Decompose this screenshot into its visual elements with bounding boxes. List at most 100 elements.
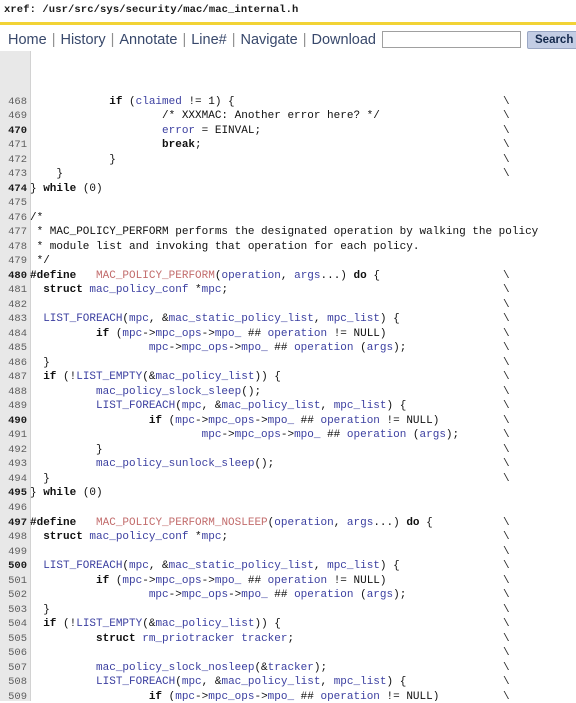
code-text: }: [30, 443, 103, 456]
line-continuation-backslash: \: [503, 690, 510, 701]
line-continuation-backslash: \: [503, 560, 510, 573]
line-number-link[interactable]: 481: [0, 283, 27, 298]
code-text: error = EINVAL;: [162, 124, 262, 137]
line-number-link[interactable]: 501: [0, 574, 27, 589]
code-text: if (mpc->mpc_ops->mpo_ ## operation != N…: [96, 574, 387, 587]
line-continuation-backslash: \: [503, 531, 510, 544]
code-line: 487 if (!LIST_EMPTY(&mac_policy_list)) {…: [0, 370, 576, 385]
line-number-link[interactable]: 500: [0, 559, 27, 574]
line-number-link[interactable]: 502: [0, 588, 27, 603]
code-line: 477 * MAC_POLICY_PERFORM performs the de…: [0, 225, 576, 240]
line-number-link[interactable]: 505: [0, 632, 27, 647]
line-number-link[interactable]: 492: [0, 443, 27, 458]
menu-item-download[interactable]: Download: [308, 32, 381, 48]
code-text: struct mac_policy_conf *mpc;: [43, 531, 229, 544]
line-number-link[interactable]: 487: [0, 370, 27, 385]
code-line: 470 error = EINVAL; \: [0, 124, 576, 139]
menu-item-history[interactable]: History: [56, 32, 109, 48]
line-continuation-backslash: \: [503, 414, 510, 427]
line-number-link[interactable]: 482: [0, 298, 27, 313]
code-line: 493 mac_policy_sunlock_sleep(); \: [0, 457, 576, 472]
line-number-link[interactable]: 473: [0, 167, 27, 182]
search-button[interactable]: Search: [527, 30, 576, 49]
line-number-link[interactable]: 491: [0, 428, 27, 443]
line-number-link[interactable]: 488: [0, 385, 27, 400]
line-number-link[interactable]: 498: [0, 530, 27, 545]
line-number-link[interactable]: 468: [0, 95, 27, 110]
line-number-link[interactable]: 503: [0, 603, 27, 618]
line-number-link[interactable]: 496: [0, 501, 27, 516]
line-number-link[interactable]: 480: [0, 269, 27, 284]
line-number-link[interactable]: 478: [0, 240, 27, 255]
line-number-link[interactable]: 475: [0, 196, 27, 211]
menu-item-home[interactable]: Home: [4, 32, 51, 48]
code-line: 479 */: [0, 254, 576, 269]
line-continuation-backslash: \: [503, 298, 510, 311]
code-line: 500 LIST_FOREACH(mpc, &mac_static_policy…: [0, 559, 576, 574]
line-number-link[interactable]: 474: [0, 182, 27, 197]
code-line: 497 #define MAC_POLICY_PERFORM_NOSLEEP(op…: [0, 516, 576, 531]
line-continuation-backslash: \: [503, 472, 510, 485]
menu-item-annotate[interactable]: Annotate: [115, 32, 181, 48]
line-number-link[interactable]: 490: [0, 414, 27, 429]
line-continuation-backslash: \: [503, 139, 510, 152]
code-line: 496: [0, 501, 576, 516]
line-number-link[interactable]: 484: [0, 327, 27, 342]
line-number-link[interactable]: 472: [0, 153, 27, 168]
line-number-link[interactable]: 508: [0, 675, 27, 690]
line-continuation-backslash: \: [503, 574, 510, 587]
code-line: 494 } \: [0, 472, 576, 487]
xref-path-title: xref: /usr/src/sys/security/mac/mac_inte…: [4, 4, 299, 16]
line-continuation-backslash: \: [503, 95, 510, 108]
code-text: #define MAC_POLICY_PERFORM(operation, ar…: [30, 269, 380, 282]
code-text: if (mpc->mpc_ops->mpo_ ## operation != N…: [148, 414, 440, 427]
code-text: if (!LIST_EMPTY(&mac_policy_list)) {: [43, 371, 281, 384]
line-number-link[interactable]: 506: [0, 646, 27, 661]
line-number-link[interactable]: 479: [0, 254, 27, 269]
line-continuation-backslash: \: [503, 545, 510, 558]
line-number-link[interactable]: 476: [0, 211, 27, 226]
code-text: break;: [162, 139, 202, 152]
line-number-link[interactable]: 483: [0, 312, 27, 327]
line-number-link[interactable]: 495: [0, 486, 27, 501]
source-code-listing: 468 if (claimed != 1) {\ 469 /* XXXMAC: A…: [0, 51, 576, 701]
code-line: 475: [0, 196, 576, 211]
line-number-link[interactable]: 493: [0, 457, 27, 472]
code-text: mpc->mpc_ops->mpo_ ## operation (args);: [201, 429, 460, 442]
line-number-link[interactable]: 477: [0, 225, 27, 240]
menu-item-linenum[interactable]: Line#: [187, 32, 230, 48]
line-number-link[interactable]: 494: [0, 472, 27, 487]
code-line: 491 mpc->mpc_ops->mpo_ ## operation (arg…: [0, 428, 576, 443]
code-text: mac_policy_slock_sleep();: [96, 385, 262, 398]
line-number-link[interactable]: 497: [0, 516, 27, 531]
code-text: mac_policy_slock_nosleep(&tracker);: [96, 661, 328, 674]
line-continuation-backslash: \: [503, 676, 510, 689]
search-input[interactable]: [382, 31, 521, 48]
line-number-link[interactable]: 469: [0, 109, 27, 124]
line-number-link[interactable]: 499: [0, 545, 27, 560]
menu-item-navigate[interactable]: Navigate: [236, 32, 301, 48]
line-number-link[interactable]: 489: [0, 399, 27, 414]
code-line: 469 /* XXXMAC: Another error here? */ \: [0, 109, 576, 124]
line-number-link[interactable]: 504: [0, 617, 27, 632]
code-line: 482 \: [0, 298, 576, 313]
code-text: mac_policy_sunlock_sleep();: [96, 458, 275, 471]
code-text: if (mpc->mpc_ops->mpo_ ## operation != N…: [148, 690, 440, 701]
line-continuation-backslash: \: [503, 385, 510, 398]
line-number-link[interactable]: 507: [0, 661, 27, 676]
line-number-link[interactable]: 470: [0, 124, 27, 139]
code-line: 483 LIST_FOREACH(mpc, &mac_static_policy…: [0, 312, 576, 327]
code-text: struct mac_policy_conf *mpc;: [43, 284, 229, 297]
line-continuation-backslash: \: [503, 458, 510, 471]
code-lines-container: 468 if (claimed != 1) {\ 469 /* XXXMAC: A…: [0, 95, 576, 701]
line-continuation-backslash: \: [503, 632, 510, 645]
code-text: }: [30, 472, 50, 485]
code-text: LIST_FOREACH(mpc, &mac_policy_list, mpc_…: [96, 676, 407, 689]
line-number-link[interactable]: 509: [0, 690, 27, 701]
line-number-link[interactable]: 485: [0, 341, 27, 356]
code-text: struct rm_priotracker tracker;: [96, 632, 295, 645]
line-continuation-backslash: \: [503, 661, 510, 674]
line-number-link[interactable]: 486: [0, 356, 27, 371]
line-number-link[interactable]: 471: [0, 138, 27, 153]
code-line: 478 * module list and invoking that oper…: [0, 240, 576, 255]
